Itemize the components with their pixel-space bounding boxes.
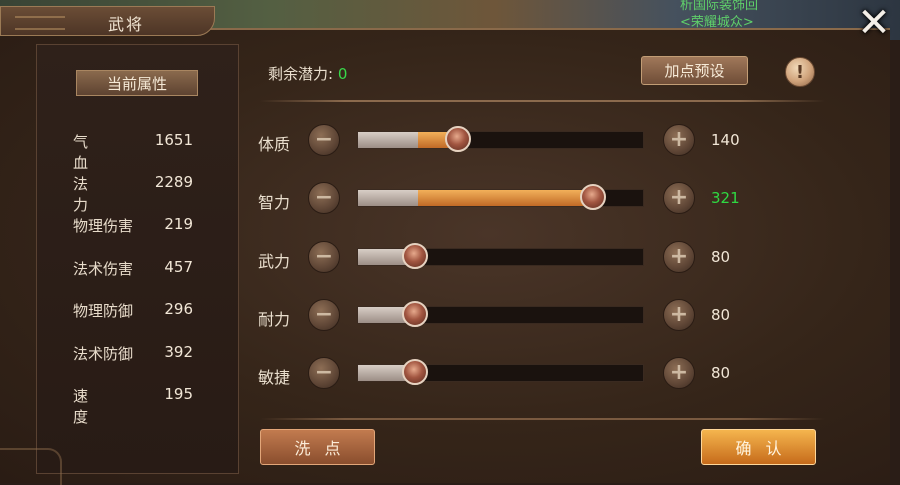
stat-row-physical-defense: 物理防御 296 [73, 300, 223, 320]
plus-icon: + [669, 185, 689, 210]
stat-value: 457 [164, 258, 193, 276]
close-icon: ✕ [857, 0, 891, 46]
title-ornament [15, 16, 65, 30]
attribute-value: 321 [711, 189, 740, 207]
slider-handle[interactable] [402, 243, 429, 269]
stat-label: 速度 [73, 387, 123, 426]
slider-row: 武力 − +80 [258, 241, 818, 275]
minus-icon: − [314, 244, 334, 269]
stat-row-hp: 气血 1651 [73, 131, 223, 172]
minus-icon: − [314, 185, 334, 210]
stat-value: 392 [164, 343, 193, 361]
reset-points-button[interactable]: 洗点 [260, 429, 375, 465]
remaining-potential-label: 剩余潜力: [268, 65, 334, 83]
minus-icon: − [314, 360, 334, 385]
stat-value: 1651 [154, 131, 193, 149]
increase-button[interactable]: + [663, 241, 695, 273]
decrease-button[interactable]: − [308, 124, 340, 156]
decrease-button[interactable]: − [308, 182, 340, 214]
stat-label: 法术防御 [73, 345, 134, 363]
slider-track[interactable] [357, 126, 644, 152]
remaining-potential: 剩余潜力: 0 [268, 63, 347, 84]
point-preset-button[interactable]: 加点预设 [641, 56, 748, 85]
increase-button[interactable]: + [663, 299, 695, 331]
increase-button[interactable]: + [663, 357, 695, 389]
stat-label: 气血 [73, 133, 123, 172]
decrease-button[interactable]: − [308, 241, 340, 273]
divider-top [260, 100, 825, 102]
plus-icon: + [669, 127, 689, 152]
slider-track[interactable] [357, 243, 644, 269]
stat-value: 195 [164, 385, 193, 403]
stat-row-physical-damage: 物理伤害 219 [73, 215, 223, 235]
stat-row-mp: 法力 2289 [73, 173, 223, 214]
attribute-name: 耐力 [258, 310, 291, 329]
slider-fill-base [358, 132, 419, 148]
slider-handle[interactable] [580, 184, 607, 210]
attribute-name: 敏捷 [258, 368, 291, 387]
stat-value: 219 [164, 215, 193, 233]
divider-bottom [260, 418, 825, 420]
corner-ornament [0, 448, 62, 485]
stat-row-magic-damage: 法术伤害 457 [73, 258, 223, 278]
stat-label: 法力 [73, 175, 123, 214]
remaining-potential-value: 0 [337, 65, 348, 83]
attribute-value: 80 [711, 306, 731, 324]
window-title: 武将 [108, 15, 145, 34]
increase-button[interactable]: + [663, 182, 695, 214]
slider-fill-base [358, 190, 419, 206]
current-attributes-header: 当前属性 [76, 70, 198, 96]
plus-icon: + [669, 302, 689, 327]
slider-track[interactable] [357, 184, 644, 210]
slider-track[interactable] [357, 359, 644, 385]
minus-icon: − [314, 302, 334, 327]
slider-row: 智力 − +321 [258, 182, 818, 216]
attribute-value: 140 [711, 131, 740, 149]
attribute-name: 智力 [258, 193, 291, 212]
plus-icon: + [669, 244, 689, 269]
slider-track[interactable] [357, 301, 644, 327]
attribute-name: 体质 [258, 135, 291, 154]
stat-label: 物理防御 [73, 302, 134, 320]
slider-row: 敏捷 − +80 [258, 357, 818, 391]
stat-label: 法术伤害 [73, 260, 134, 278]
slider-handle[interactable] [445, 126, 472, 152]
stat-value: 296 [164, 300, 193, 318]
attribute-name: 武力 [258, 252, 291, 271]
stat-row-speed: 速度 195 [73, 385, 223, 426]
minus-icon: − [314, 127, 334, 152]
attribute-value: 80 [711, 364, 731, 382]
increase-button[interactable]: + [663, 124, 695, 156]
plus-icon: + [669, 360, 689, 385]
slider-row: 耐力 − +80 [258, 299, 818, 333]
stat-row-magic-defense: 法术防御 392 [73, 343, 223, 363]
slider-row: 体质 − +140 [258, 124, 818, 158]
decrease-button[interactable]: − [308, 357, 340, 389]
attribute-value: 80 [711, 248, 731, 266]
info-button[interactable]: ! [785, 57, 815, 87]
slider-fill-added [418, 190, 594, 206]
decrease-button[interactable]: − [308, 299, 340, 331]
slider-handle[interactable] [402, 359, 429, 385]
stat-value: 2289 [154, 173, 193, 191]
slider-handle[interactable] [402, 301, 429, 327]
exclamation-icon: ! [795, 61, 805, 83]
confirm-button[interactable]: 确认 [701, 429, 816, 465]
close-button[interactable]: ✕ [854, 3, 894, 43]
stat-label: 物理伤害 [73, 217, 134, 235]
